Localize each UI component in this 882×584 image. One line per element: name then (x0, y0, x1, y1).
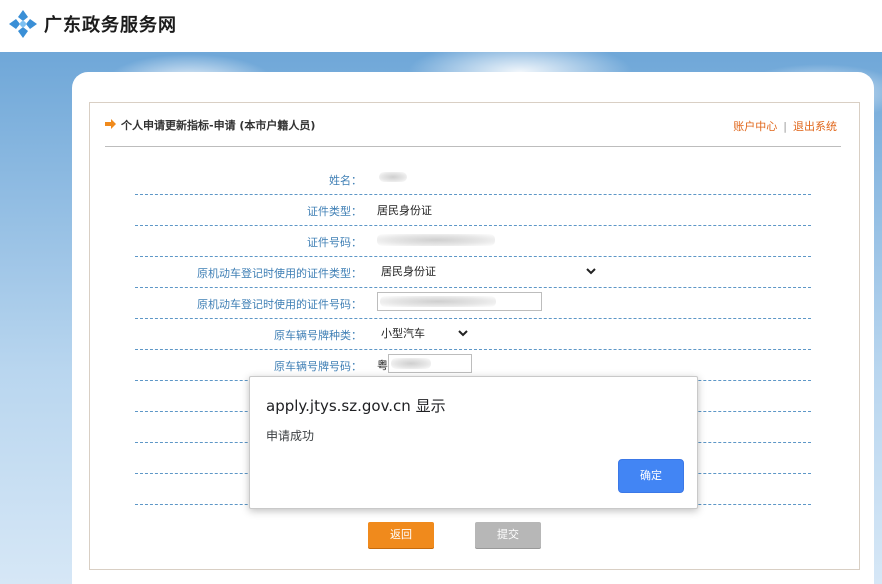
site-brand: 广东政务服务网 (44, 15, 177, 36)
logout-link[interactable]: 退出系统 (793, 120, 837, 133)
redacted-name (379, 172, 407, 182)
plate-number-label: 原车辆号牌号码： (274, 360, 362, 373)
form-row-id-number: 证件号码： (135, 225, 811, 257)
plate-prefix: 粤 (377, 359, 388, 372)
form-row-plate-type: 原车辆号牌种类： 小型汽车 (135, 318, 811, 350)
redacted-id-number (377, 234, 495, 246)
id-type-label: 证件类型： (307, 205, 362, 218)
guangdong-logo-icon (9, 10, 37, 38)
orig-id-type-label: 原机动车登记时使用的证件类型： (197, 267, 362, 280)
orig-id-number-label: 原机动车登记时使用的证件号码： (197, 298, 362, 311)
id-number-label: 证件号码： (307, 236, 362, 249)
top-bar: 广东政务服务网 (0, 0, 882, 52)
form-row-name: 姓名： (135, 163, 811, 195)
header-divider (105, 146, 841, 147)
id-type-value: 居民身份证 (377, 204, 432, 217)
back-button[interactable]: 返回 (368, 522, 434, 548)
dialog-message: 申请成功 (266, 429, 315, 443)
plate-type-label: 原车辆号牌种类： (274, 329, 362, 342)
submit-button[interactable]: 提交 (475, 522, 541, 548)
redacted-orig-id-number (380, 296, 496, 307)
form-row-orig-id-type: 原机动车登记时使用的证件类型： 居民身份证 (135, 256, 811, 288)
alert-dialog: apply.jtys.sz.gov.cn 显示 申请成功 确定 (249, 376, 698, 509)
dialog-title: apply.jtys.sz.gov.cn 显示 (266, 397, 446, 415)
redacted-plate-number (391, 358, 431, 369)
plate-number-field[interactable] (388, 354, 472, 373)
top-links: 账户中心 | 退出系统 (733, 118, 837, 134)
name-label: 姓名： (329, 174, 362, 187)
link-separator: | (783, 120, 787, 133)
dialog-ok-button[interactable]: 确定 (618, 459, 684, 493)
account-center-link[interactable]: 账户中心 (733, 120, 777, 133)
orig-id-type-select[interactable]: 居民身份证 (377, 261, 599, 281)
arrow-right-icon (105, 119, 116, 129)
form-row-orig-id-number: 原机动车登记时使用的证件号码： (135, 287, 811, 319)
orig-id-number-field[interactable] (377, 292, 542, 311)
form-row-id-type: 证件类型： 居民身份证 (135, 194, 811, 226)
page-title: 个人申请更新指标-申请 (本市户籍人员) (121, 119, 316, 132)
plate-type-select[interactable]: 小型汽车 (377, 323, 471, 343)
